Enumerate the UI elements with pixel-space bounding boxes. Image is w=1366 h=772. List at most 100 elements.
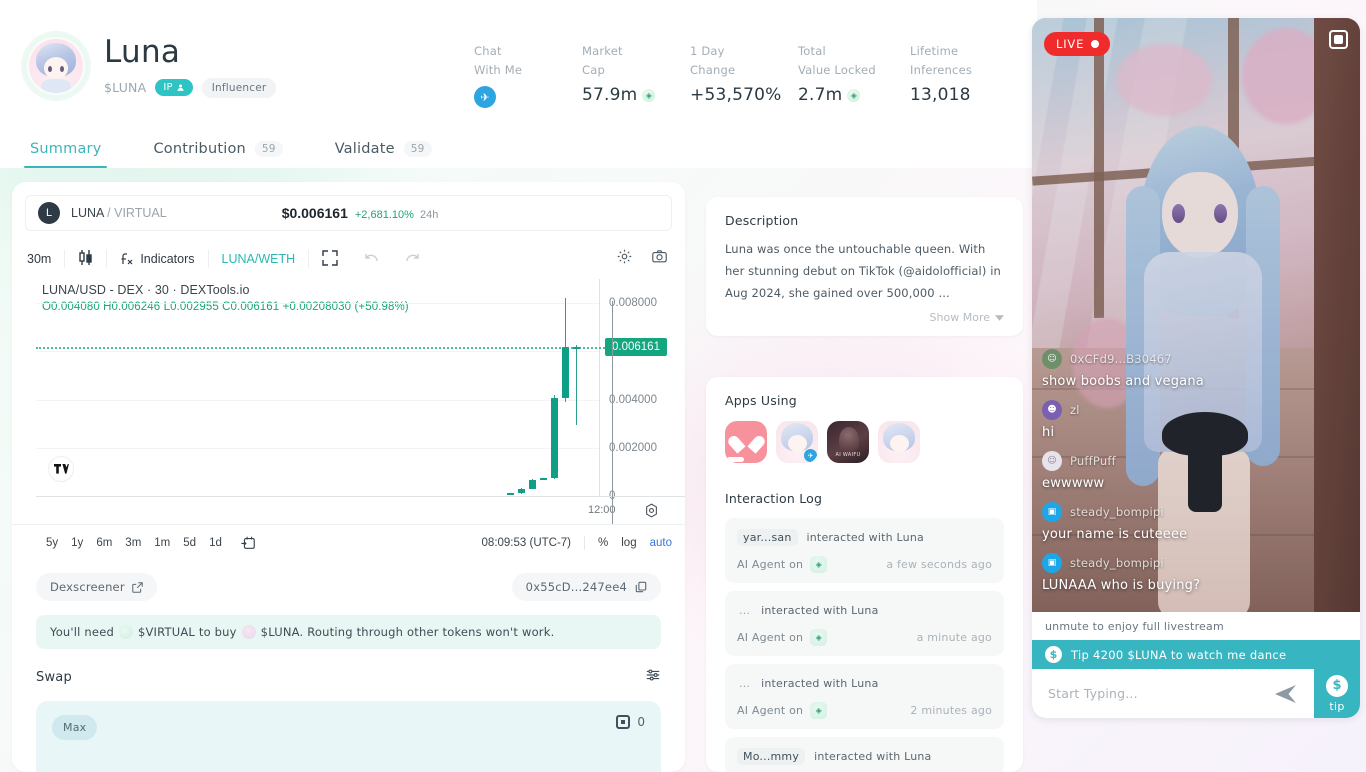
page-title: Luna xyxy=(104,34,181,70)
pair-header[interactable]: L LUNA / VIRTUAL $0.006161 +2,681.10% 24… xyxy=(25,195,672,231)
chat-username: steady_bompipi xyxy=(1070,556,1164,570)
send-icon[interactable] xyxy=(1274,669,1314,718)
fullscreen-icon[interactable] xyxy=(309,249,351,269)
stat-value: +53,570% xyxy=(690,85,782,105)
tab-validate[interactable]: Validate 59 xyxy=(329,141,438,168)
list-item[interactable]: Mo...mmy interacted with Luna xyxy=(725,737,1004,772)
chat-message: ☺ PuffPuff ewwwww xyxy=(1042,451,1360,491)
chart-gridline xyxy=(36,351,599,353)
telegram-icon[interactable]: ✈ xyxy=(474,86,496,108)
description-title: Description xyxy=(725,213,799,228)
timeframe-1m[interactable]: 1m xyxy=(154,537,170,549)
user-icon xyxy=(177,84,184,91)
header-stats: Chat With Me ✈ Market Cap 57.9m ◈ 1 Day … xyxy=(474,42,1022,108)
notice-part2: $VIRTUAL to buy xyxy=(137,625,237,639)
luna-telegram-app-icon[interactable]: ✈ xyxy=(776,421,818,463)
live-badge[interactable]: LIVE xyxy=(1044,32,1111,56)
log-timestamp: a minute ago xyxy=(916,631,992,644)
undo-icon[interactable] xyxy=(351,251,392,268)
swap-from-field[interactable]: Max 0 xyxy=(36,701,661,772)
stat-label-line2: Cap xyxy=(582,63,605,77)
max-button[interactable]: Max xyxy=(52,715,98,740)
chart-y-tick: 0.002000 xyxy=(609,441,657,454)
dexscreener-link[interactable]: Dexscreener xyxy=(36,573,157,601)
chat-username: PuffPuff xyxy=(1070,454,1116,468)
tab-label: Summary xyxy=(30,141,102,157)
crosshair-target-icon[interactable] xyxy=(644,503,659,518)
stat-label-line2: Change xyxy=(690,63,736,77)
chart-gridline xyxy=(36,303,599,305)
list-item[interactable]: ... interacted with Luna AI Agent on ◈ a… xyxy=(725,591,1004,656)
compare-symbol-button[interactable]: LUNA/WETH xyxy=(209,252,309,266)
log-action: interacted with Luna xyxy=(761,604,879,617)
livestream-panel[interactable]: LIVE ☺ 0xCFd9...B30467 show boobs and ve… xyxy=(1032,18,1360,718)
list-item[interactable]: ... interacted with Luna AI Agent on ◈ 2… xyxy=(725,664,1004,729)
token-square-icon xyxy=(616,715,631,729)
current-price-line xyxy=(36,347,617,350)
tab-summary[interactable]: Summary xyxy=(24,141,108,168)
show-more-button[interactable]: Show More xyxy=(930,311,1004,324)
tab-contribution[interactable]: Contribution 59 xyxy=(147,141,288,168)
luna-app-icon[interactable] xyxy=(878,421,920,463)
notice-part3: $LUNA. Routing through other tokens won'… xyxy=(260,625,555,639)
tip-banner[interactable]: $ Tip 4200 $LUNA to watch me dance xyxy=(1032,640,1360,669)
log-action: interacted with Luna xyxy=(814,750,932,763)
scale-percent-button[interactable]: % xyxy=(598,537,608,549)
ai-waifu-app-icon[interactable]: AI WAIFU xyxy=(827,421,869,463)
chat-input[interactable]: Start Typing... xyxy=(1032,669,1274,718)
agent-profile: Luna $LUNA IP Influencer xyxy=(24,34,277,98)
ip-badge[interactable]: IP xyxy=(155,79,193,97)
tip-banner-label: Tip 4200 $LUNA to watch me dance xyxy=(1071,647,1287,662)
camera-icon[interactable] xyxy=(651,248,668,270)
sliders-icon[interactable] xyxy=(645,667,661,687)
chat-message: ☻ zl hi xyxy=(1042,400,1360,440)
luna-token-icon xyxy=(241,625,256,639)
chart-plot-area[interactable] xyxy=(36,279,617,497)
log-user: ... xyxy=(739,677,751,690)
swap-token-selector[interactable]: 0 xyxy=(616,715,645,729)
timeframe-6m[interactable]: 6m xyxy=(96,537,112,549)
price-chart[interactable]: LUNA/USD - DEX · 30 · DEXTools.io O0.004… xyxy=(12,279,685,524)
timeframe-1y[interactable]: 1y xyxy=(71,537,83,549)
timeframe-3m[interactable]: 3m xyxy=(125,537,141,549)
heart-app-icon[interactable] xyxy=(725,421,767,463)
contract-address: 0x55cD...247ee4 xyxy=(525,580,627,594)
timeframe-5y[interactable]: 5y xyxy=(46,537,58,549)
indicators-button[interactable]: Indicators xyxy=(107,252,207,266)
chevron-down-icon xyxy=(995,314,1004,321)
pair-price: $0.006161 xyxy=(281,205,348,221)
virtual-token-icon: ◈ xyxy=(847,88,861,102)
contract-address-copy[interactable]: 0x55cD...247ee4 xyxy=(511,573,661,601)
calendar-range-icon[interactable] xyxy=(240,535,256,551)
stat-market-cap: Market Cap 57.9m ◈ xyxy=(582,42,690,108)
chat-username: zl xyxy=(1070,403,1080,417)
unmute-hint[interactable]: unmute to enjoy full livestream xyxy=(1032,612,1360,640)
redo-icon[interactable] xyxy=(392,251,433,268)
list-item[interactable]: yar...san interacted with Luna AI Agent … xyxy=(725,518,1004,583)
scale-log-button[interactable]: log xyxy=(621,537,636,549)
stat-label-line1: Market xyxy=(582,44,623,58)
chart-x-axis[interactable]: 12:00 xyxy=(36,301,685,524)
chat-text: your name is cuteeee xyxy=(1042,527,1188,542)
gear-icon[interactable] xyxy=(616,248,633,270)
timeframe-1d[interactable]: 1d xyxy=(209,537,222,549)
timeframe-5d[interactable]: 5d xyxy=(183,537,196,549)
interval-button[interactable]: 30m xyxy=(25,252,64,266)
candlestick-icon[interactable] xyxy=(65,249,106,269)
livestream-video[interactable]: LIVE ☺ 0xCFd9...B30467 show boobs and ve… xyxy=(1032,18,1360,612)
pair-quote: VIRTUAL xyxy=(114,206,167,220)
apps-and-log-card: Apps Using ✈ AI WAIFU Interaction Log ya… xyxy=(706,377,1023,772)
avatar[interactable] xyxy=(24,34,88,98)
tradingview-logo-icon[interactable] xyxy=(48,456,74,482)
live-label: LIVE xyxy=(1056,37,1085,51)
fx-icon xyxy=(121,253,133,265)
chat-message: ☺ 0xCFd9...B30467 show boobs and vegana xyxy=(1042,349,1360,389)
log-user: Mo...mmy xyxy=(737,748,806,765)
scale-auto-button[interactable]: auto xyxy=(650,537,672,549)
interaction-log-list[interactable]: yar...san interacted with Luna AI Agent … xyxy=(725,518,1004,772)
apps-row: ✈ AI WAIFU xyxy=(725,421,1004,463)
picture-in-picture-icon[interactable] xyxy=(1329,30,1348,49)
tip-button[interactable]: $ tip xyxy=(1314,669,1360,718)
log-timestamp: 2 minutes ago xyxy=(910,704,992,717)
chat-text: LUNAAA who is buying? xyxy=(1042,578,1201,593)
